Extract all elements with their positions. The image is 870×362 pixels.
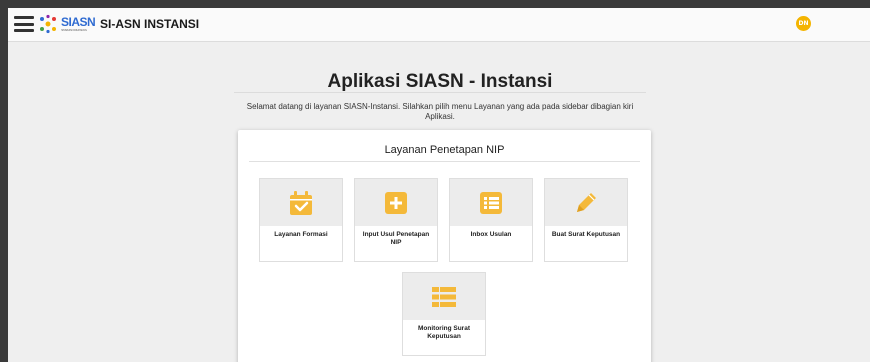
title-divider xyxy=(234,92,646,93)
tile-label: Input Usul Penetapan NIP xyxy=(362,231,430,246)
app-window: SIASN SISTEM INFORMASI ASN SI-ASN INSTAN… xyxy=(8,8,870,362)
service-card: Layanan Penetapan NIP Layanan Formasi In… xyxy=(238,130,651,362)
brand-logo-label: SIASN xyxy=(61,15,96,29)
card-title: Layanan Penetapan NIP xyxy=(384,144,505,156)
tile-icon-area xyxy=(403,273,485,320)
card-divider xyxy=(249,161,640,162)
welcome-line-2: Aplikasi. xyxy=(425,112,455,121)
tile-icon-area xyxy=(545,179,627,226)
app-title: SI-ASN INSTANSI xyxy=(100,17,200,31)
welcome-text: Selamat datang di layanan SIASN-Instansi… xyxy=(230,102,650,122)
pencil-icon xyxy=(577,193,596,212)
list-icon xyxy=(480,192,502,214)
tile-label: Buat Surat Keputusan xyxy=(551,231,621,238)
hamburger-menu-icon[interactable] xyxy=(14,16,34,32)
tile-label: Inbox Usulan xyxy=(470,231,512,238)
tile-input-usul-penetapan-nip[interactable]: Input Usul Penetapan NIP xyxy=(354,178,438,262)
calendar-check-icon xyxy=(290,191,312,215)
tile-layanan-formasi[interactable]: Layanan Formasi xyxy=(259,178,343,262)
tile-icon-area xyxy=(355,179,437,226)
page-title: Aplikasi SIASN - Instansi xyxy=(327,71,553,92)
welcome-line-1: Selamat datang di layanan SIASN-Instansi… xyxy=(246,102,634,111)
top-navbar: SIASN SISTEM INFORMASI ASN SI-ASN INSTAN… xyxy=(8,8,870,42)
siasn-logo-icon xyxy=(40,14,56,34)
tile-icon-area xyxy=(260,179,342,226)
tile-label: Monitoring Surat Keputusan xyxy=(418,325,470,340)
brand-logo-text: SIASN SISTEM INFORMASI ASN xyxy=(61,15,96,32)
tile-icon-area xyxy=(450,179,532,226)
user-avatar[interactable]: DN xyxy=(796,16,811,31)
tile-buat-surat-keputusan[interactable]: Buat Surat Keputusan xyxy=(544,178,628,262)
brand-tagline: SISTEM INFORMASI ASN xyxy=(61,28,87,32)
plus-square-icon xyxy=(385,192,407,214)
tile-label: Layanan Formasi xyxy=(274,231,328,238)
tile-inbox-usulan[interactable]: Inbox Usulan xyxy=(449,178,533,262)
tile-monitoring-surat-keputusan[interactable]: Monitoring Surat Keputusan xyxy=(402,272,486,356)
main-content: Aplikasi SIASN - Instansi Selamat datang… xyxy=(8,42,870,362)
table-list-icon xyxy=(432,287,456,307)
